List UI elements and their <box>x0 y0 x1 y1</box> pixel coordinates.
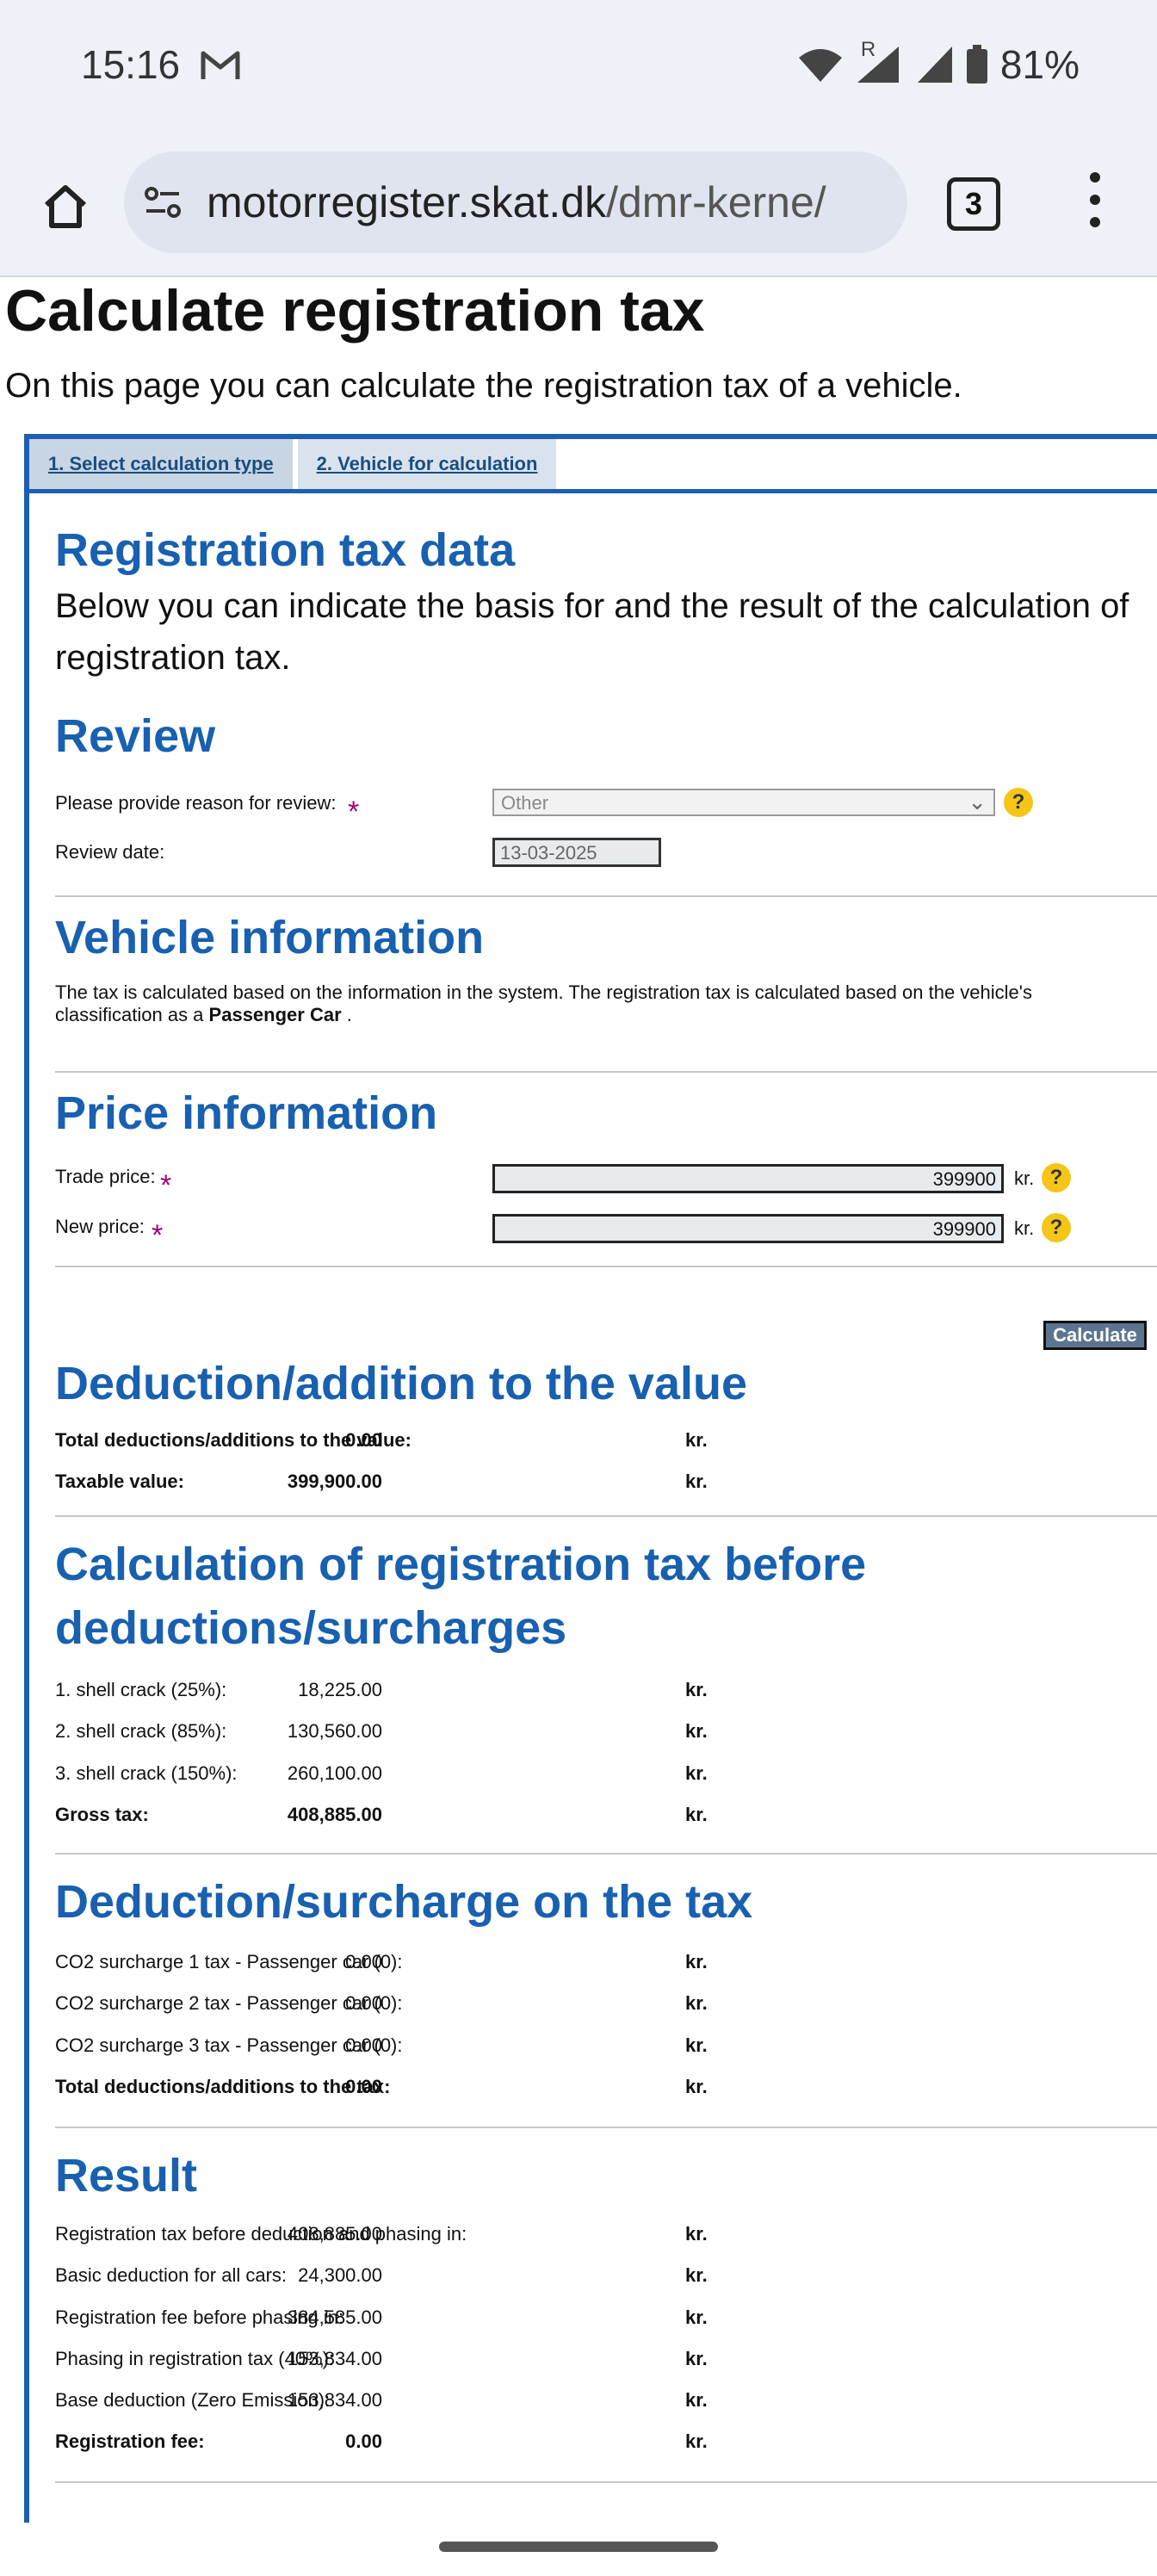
required-marker: * <box>348 796 360 828</box>
divider <box>55 1853 1157 1855</box>
table-row: Total deductions/additions to the tax: 0… <box>55 2076 708 2097</box>
step-tabs: 1. Select calculation type 2. Vehicle fo… <box>29 439 557 489</box>
help-icon[interactable]: ? <box>1042 1163 1071 1192</box>
review-reason-select[interactable]: Other ⌄ <box>492 789 995 816</box>
new-price-unit: kr. <box>1014 1217 1035 1239</box>
wifi-icon <box>798 49 842 82</box>
required-marker: * <box>152 1219 164 1252</box>
table-row: Base deduction (Zero Emission): 153,834.… <box>55 2389 708 2411</box>
tab-underline <box>29 489 1157 493</box>
url-path: /dmr-kerne/ <box>606 178 826 226</box>
result-title: Result <box>55 2150 198 2201</box>
trade-price-label: Trade price: <box>55 1166 156 1187</box>
home-button[interactable] <box>31 172 100 241</box>
tab-select-calculation-type[interactable]: 1. Select calculation type <box>29 439 293 489</box>
tab-switcher-button[interactable]: 3 <box>947 177 1000 231</box>
vehicle-info-text-line1: The tax is calculated based on the infor… <box>55 981 1032 1003</box>
deduction-value-title: Deduction/addition to the value <box>55 1358 748 1409</box>
table-row: 1. shell crack (25%): 18,225.00 kr. <box>55 1679 708 1700</box>
registration-tax-data-title: Registration tax data <box>55 524 516 576</box>
divider <box>55 1266 1157 1267</box>
browser-menu-button[interactable] <box>1078 172 1112 227</box>
table-row: CO2 surcharge 3 tax - Passenger car (0):… <box>55 2034 708 2056</box>
gesture-nav-handle[interactable] <box>439 2542 718 2552</box>
url-host: motorregister.skat.dk <box>207 178 607 226</box>
divider <box>55 1071 1157 1073</box>
status-time: 15:16 <box>81 42 181 87</box>
battery-percent: 81% <box>999 42 1080 87</box>
trade-price-input[interactable]: 399900 <box>492 1164 1004 1193</box>
chevron-down-icon: ⌄ <box>968 789 987 814</box>
page-intro: On this page you can calculate the regis… <box>5 367 962 405</box>
vehicle-info-text-line2: classification as a <box>55 1004 204 1025</box>
signal-roaming-icon: R <box>856 38 904 84</box>
calc-before-title-line1: Calculation of registration tax before <box>55 1539 867 1590</box>
battery-icon <box>966 45 987 84</box>
table-row: Taxable value: 399,900.00 kr. <box>55 1471 708 1492</box>
table-row: CO2 surcharge 1 tax - Passenger car (0):… <box>55 1951 708 1972</box>
review-date-field[interactable]: 13-03-2025 <box>492 838 661 867</box>
table-row: Gross tax: 408,885.00 kr. <box>55 1804 708 1825</box>
required-marker: * <box>160 1169 172 1202</box>
vehicle-info-period: . <box>346 1004 352 1025</box>
signal-icon <box>917 46 952 83</box>
review-reason-value: Other <box>501 792 549 814</box>
calc-before-title-line2: deductions/surcharges <box>55 1602 567 1654</box>
status-icons: R 81% <box>797 38 1080 88</box>
vehicle-info-title: Vehicle information <box>55 912 485 963</box>
table-row: Phasing in registration tax (40%): 153,8… <box>55 2348 708 2369</box>
help-icon[interactable]: ? <box>1042 1213 1071 1242</box>
table-row: CO2 surcharge 2 tax - Passenger car (0):… <box>55 1992 708 2014</box>
review-date-label: Review date: <box>55 841 165 863</box>
table-row: Registration tax before deduction and ph… <box>55 2223 708 2245</box>
page-title: Calculate registration tax <box>5 278 705 344</box>
table-row: 3. shell crack (150%): 260,100.00 kr. <box>55 1762 708 1784</box>
vehicle-info-text: The tax is calculated based on the infor… <box>55 981 1148 1026</box>
calculation-panel: 1. Select calculation type 2. Vehicle fo… <box>24 434 1157 2523</box>
review-reason-label: Please provide reason for review: <box>55 792 337 814</box>
site-settings-icon[interactable] <box>139 178 188 226</box>
help-icon[interactable]: ? <box>1004 788 1033 817</box>
table-row: Total deductions/additions to the value:… <box>55 1429 708 1451</box>
divider <box>55 1515 1157 1517</box>
new-price-label: New price: <box>55 1216 145 1237</box>
review-title: Review <box>55 710 216 762</box>
registration-tax-data-desc: Below you can indicate the basis for and… <box>55 587 1129 677</box>
divider <box>55 2127 1157 2128</box>
address-bar[interactable]: motorregister.skat.dk/dmr-kerne/ <box>124 152 907 253</box>
table-row: Basic deduction for all cars: 24,300.00 … <box>55 2264 708 2286</box>
table-row: Registration fee before phasing in: 384,… <box>55 2307 708 2328</box>
url-text: motorregister.skat.dk/dmr-kerne/ <box>207 177 826 227</box>
table-row: 2. shell crack (85%): 130,560.00 kr. <box>55 1720 708 1742</box>
divider <box>55 2481 1157 2483</box>
status-bar: 15:16 R 81% <box>0 0 1157 138</box>
trade-price-unit: kr. <box>1014 1167 1035 1189</box>
gmail-icon <box>201 51 240 79</box>
calculate-button[interactable]: Calculate <box>1043 1321 1147 1350</box>
divider <box>55 895 1157 897</box>
new-price-input[interactable]: 399900 <box>492 1214 1004 1243</box>
vehicle-classification: Passenger Car <box>208 1004 342 1025</box>
surcharge-title: Deduction/surcharge on the tax <box>55 1876 753 1928</box>
home-icon <box>44 185 87 228</box>
price-info-title: Price information <box>55 1087 438 1139</box>
table-row: Registration fee: 0.00 kr. <box>55 2430 708 2452</box>
tab-vehicle-for-calculation[interactable]: 2. Vehicle for calculation <box>297 439 557 489</box>
